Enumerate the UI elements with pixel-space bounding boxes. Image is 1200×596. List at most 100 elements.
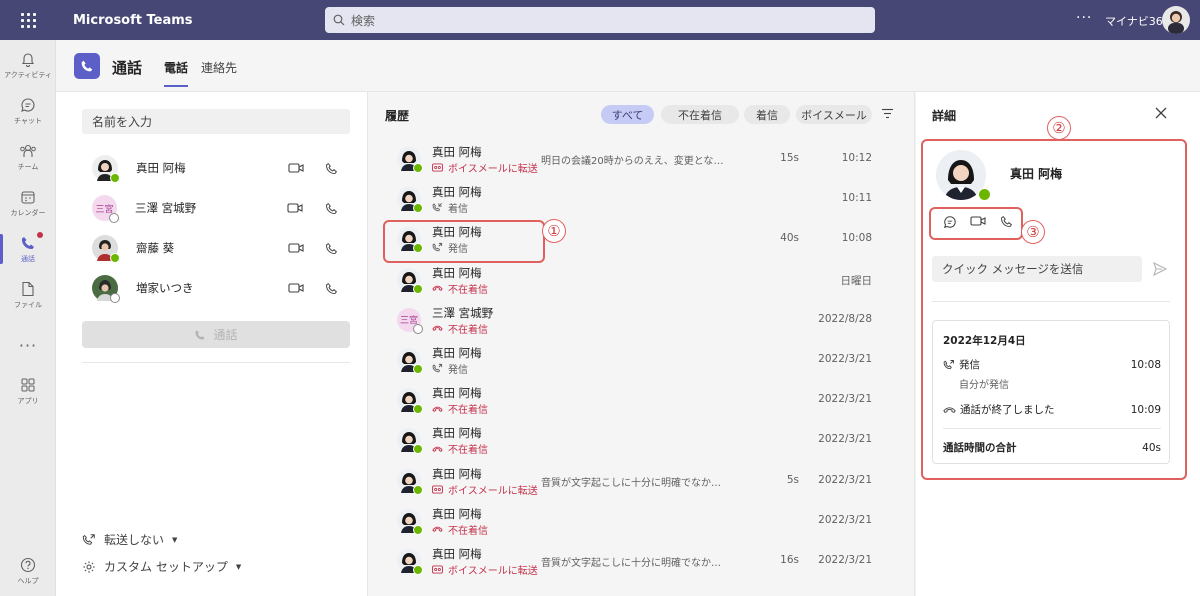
presence-available-icon	[110, 253, 120, 263]
caller-name: 真田 阿梅	[432, 506, 482, 521]
annotation-box-2	[921, 139, 1187, 480]
presence-available-icon	[413, 524, 423, 535]
rail-calls[interactable]: 通話	[0, 226, 56, 272]
rail-files[interactable]: ファイル	[0, 272, 56, 318]
rail-label: ヘルプ	[17, 576, 39, 585]
presence-available-icon	[110, 173, 120, 183]
history-row[interactable]: 真田 阿梅 不在着信 2022/3/21	[369, 381, 915, 421]
call-status-label: 不在着信	[448, 525, 488, 537]
more-options-button[interactable]: ···	[1076, 10, 1092, 26]
history-row[interactable]: 三宮 三澤 宮城野 不在着信 2022/8/28	[369, 301, 915, 341]
name-input[interactable]	[82, 109, 350, 134]
tab-phone[interactable]: 電話	[164, 59, 189, 87]
profile-avatar[interactable]	[1162, 6, 1190, 34]
video-call-button[interactable]	[277, 202, 313, 214]
filter-missed[interactable]: 不在着信	[661, 105, 739, 124]
audio-call-button[interactable]	[314, 202, 350, 215]
contact-name: 齋藤 葵	[136, 241, 175, 255]
audio-call-button[interactable]	[314, 242, 350, 255]
call-status-label: 不在着信	[448, 445, 488, 457]
call-time: 2022/3/21	[818, 353, 872, 365]
call-time: 日曜日	[840, 274, 873, 287]
history-row[interactable]: 真田 阿梅ボイスメールに転送音質が文字起こしに十分に明確でなかったた... 5s 2…	[369, 462, 915, 502]
tenant-name[interactable]: マイナビ365	[1105, 13, 1170, 29]
presence-available-icon	[413, 163, 423, 173]
rail-chat[interactable]: チャット	[0, 88, 56, 134]
notification-dot	[37, 232, 43, 238]
call-status: 不在着信	[432, 321, 488, 336]
history-pane: 履歴 すべて 不在着信 着信 ボイスメール 真田 阿梅 ボイスメールに転送 明日の会…	[369, 92, 915, 596]
tab-contacts[interactable]: 連絡先	[201, 59, 237, 76]
rail-apps[interactable]: アプリ	[0, 368, 56, 414]
presence-offline-icon	[110, 293, 120, 303]
video-call-button[interactable]	[277, 282, 313, 294]
contact-name: 三澤 宮城野	[134, 201, 197, 215]
gear-icon	[83, 560, 95, 573]
missed-call-icon	[432, 406, 443, 412]
phone-icon	[326, 202, 338, 214]
call-duration: 40s	[780, 232, 799, 245]
annotation-number-2: ②	[1047, 116, 1071, 140]
avatar	[397, 549, 423, 575]
search-icon	[333, 14, 345, 26]
history-row[interactable]: 真田 阿梅ボイスメールに転送音質が文字起こしに十分に明確でなかったた... 16s…	[369, 542, 915, 582]
search-box[interactable]: 検索	[325, 7, 875, 33]
voicemail-icon	[432, 565, 443, 574]
avatar	[397, 187, 423, 214]
contact-row[interactable]: 増家いつき	[82, 268, 350, 308]
call-button-label: 通話	[213, 328, 238, 342]
rail-help[interactable]: ヘルプ	[0, 548, 56, 594]
call-status-label: ボイスメールに転送	[448, 485, 538, 497]
rail-more[interactable]: ···	[0, 322, 56, 368]
avatar	[397, 508, 423, 535]
rail-label: アプリ	[17, 396, 39, 405]
call-button[interactable]: 通話	[82, 321, 350, 348]
call-status: ボイスメールに転送	[432, 160, 538, 175]
video-icon	[287, 243, 304, 253]
call-status-label: ボイスメールに転送	[448, 164, 538, 175]
avatar	[92, 235, 120, 263]
app-launcher-button[interactable]	[0, 0, 56, 40]
rail-label: チーム	[17, 162, 39, 171]
filter-icon[interactable]	[881, 108, 894, 119]
history-row[interactable]: 真田 阿梅不在着信 2022/3/21	[369, 502, 915, 542]
caller-name: 真田 阿梅	[432, 265, 482, 280]
filter-incoming[interactable]: 着信	[744, 105, 790, 124]
history-row[interactable]: 真田 阿梅 不在着信 日曜日	[369, 261, 915, 301]
presence-available-icon	[413, 565, 423, 575]
rail-teams[interactable]: チーム	[0, 134, 56, 180]
custom-setup-setting[interactable]: カスタム セットアップ ▼	[82, 558, 241, 575]
voicemail-icon	[432, 163, 443, 172]
call-time: 2022/3/21	[818, 513, 872, 526]
audio-call-button[interactable]	[314, 282, 350, 295]
missed-call-icon	[432, 446, 443, 452]
rail-activity[interactable]: アクティビティ	[0, 42, 56, 88]
contact-row[interactable]: 三宮 三澤 宮城野	[82, 188, 350, 228]
history-row[interactable]: 真田 阿梅 着信 10:11	[369, 180, 915, 220]
audio-call-button[interactable]	[314, 162, 350, 175]
phone-icon	[326, 162, 338, 174]
history-row[interactable]: 真田 阿梅 不在着信 2022/3/21	[369, 421, 915, 461]
call-status-label: 発信	[448, 365, 468, 376]
contact-row[interactable]: 齋藤 葵	[82, 228, 350, 268]
contact-row[interactable]: 真田 阿梅	[82, 148, 350, 188]
close-icon[interactable]	[1154, 106, 1168, 120]
calls-header: 通話 電話 連絡先	[56, 40, 1200, 92]
video-call-button[interactable]	[277, 242, 313, 254]
history-row[interactable]: 真田 阿梅 発信 2022/3/21	[369, 341, 915, 381]
rail-calendar[interactable]: カレンダー	[0, 180, 56, 226]
filter-voicemail[interactable]: ボイスメール	[796, 105, 872, 124]
video-call-button[interactable]	[277, 162, 313, 174]
divider	[82, 362, 350, 363]
file-icon	[22, 281, 34, 296]
rail-label: カレンダー	[10, 208, 46, 217]
forward-setting[interactable]: 転送しない ▼	[82, 531, 177, 548]
outgoing-call-icon	[432, 363, 443, 373]
video-icon	[287, 163, 304, 173]
caller-name: 真田 阿梅	[432, 145, 482, 159]
app-rail: アクティビティ チャット チーム カレンダー 通話 ファイル ··· アプリ ヘ…	[0, 40, 56, 596]
avatar	[397, 388, 423, 415]
history-row[interactable]: 真田 阿梅ボイスメールに転送明日の会議20時からのええ、変更となりまし... 15…	[369, 140, 915, 180]
filter-all[interactable]: すべて	[601, 105, 654, 124]
call-time: 2022/8/28	[818, 312, 872, 325]
